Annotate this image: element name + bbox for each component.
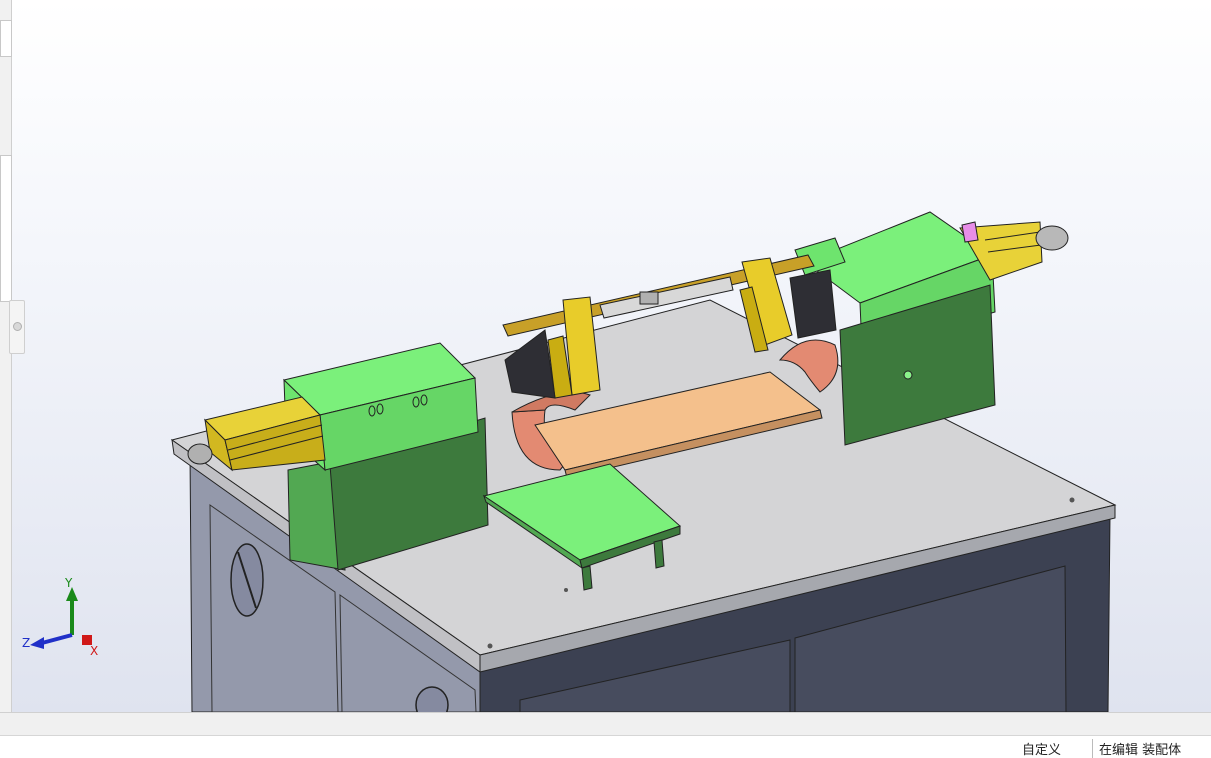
edit-mode-status: 在编辑 装配体 xyxy=(1092,739,1181,758)
left-panel-strip xyxy=(0,0,12,712)
left-cylinder xyxy=(187,396,326,472)
triad-y-label: Y xyxy=(64,576,73,590)
brass-clamp-left xyxy=(504,296,601,399)
axis-triad: Y Z X xyxy=(22,576,98,655)
graphics-viewport[interactable]: Y Z X xyxy=(0,0,1211,712)
panel-tab-top[interactable] xyxy=(0,20,12,57)
triad-x-label: X xyxy=(90,644,98,655)
units-status[interactable]: 自定义 xyxy=(1022,739,1061,758)
assembly-model[interactable] xyxy=(0,0,1211,712)
grip-icon xyxy=(13,322,22,331)
triad-z-label: Z xyxy=(22,636,30,650)
panel-resize-handle[interactable] xyxy=(9,300,25,354)
panel-tab-middle[interactable] xyxy=(0,155,12,302)
status-bar: 自定义 在编辑 装配体 xyxy=(0,712,1211,758)
